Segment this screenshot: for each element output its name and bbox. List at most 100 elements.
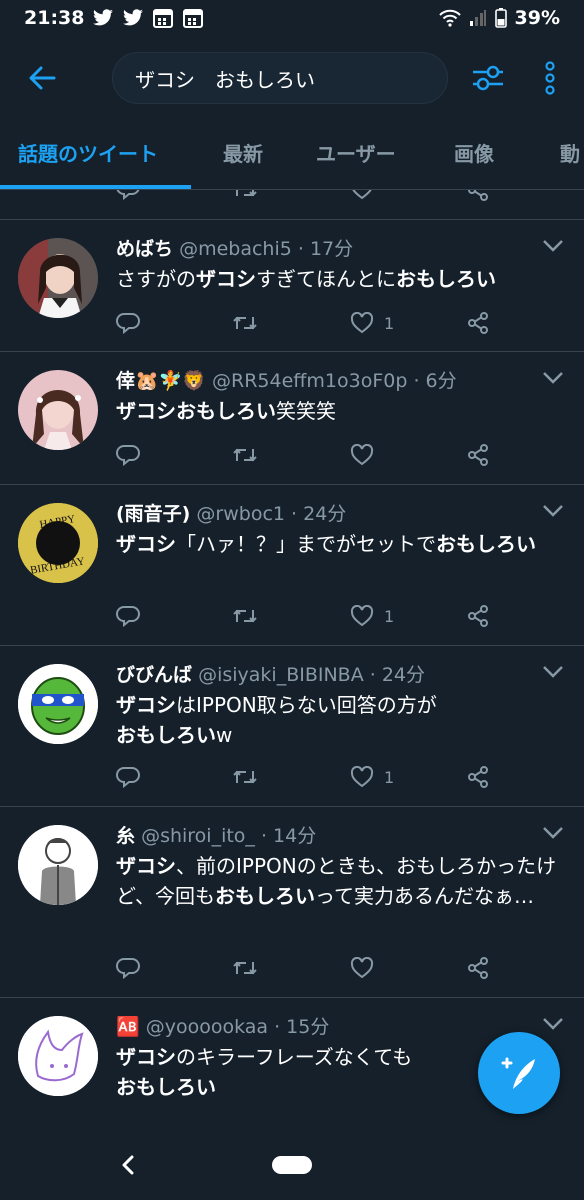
reply-button[interactable] [116, 308, 140, 338]
text-highlight: おもしろい [116, 723, 216, 747]
like-button[interactable] [350, 440, 384, 470]
partial-tweet-actions [0, 190, 584, 220]
share-button[interactable] [466, 953, 490, 983]
retweet-icon [233, 609, 257, 623]
battery-percent: 39% [514, 7, 560, 29]
system-navigation-bar [0, 1130, 584, 1200]
text-part: 笑笑笑 [276, 399, 336, 423]
more-vert-icon [545, 61, 555, 95]
avatar[interactable] [18, 664, 98, 744]
like-count: 1 [384, 313, 395, 333]
tweet-item[interactable]: 倖🐹🧚🦁 @RR54effm1o3oF0p · 6分 ザコシおもしろい笑笑笑 [0, 352, 584, 485]
tweet-actions [116, 440, 506, 470]
tweet-feed[interactable]: めばち @mebachi5 · 17分 さすがのザコシすぎてほんとにおもしろい … [0, 190, 584, 1130]
handle-time: @shiroi_ito_ · 14分 [141, 825, 317, 847]
avatar[interactable]: HAPPY BIRTHDAY [18, 503, 98, 583]
display-name[interactable]: (雨音子) [116, 503, 190, 525]
back-button[interactable] [24, 60, 60, 96]
tab-users[interactable]: ユーザー [316, 138, 396, 167]
like-icon[interactable] [350, 190, 374, 200]
nav-home-pill[interactable] [272, 1156, 312, 1174]
display-name[interactable]: 倖🐹🧚🦁 [116, 370, 206, 392]
tab-latest[interactable]: 最新 [223, 138, 263, 167]
twitter-notification-icon-2 [122, 9, 144, 27]
text-part: さすがの [116, 267, 196, 291]
retweet-button[interactable] [232, 308, 258, 338]
handle-time: @yoooookaa · 15分 [145, 1016, 330, 1038]
avatar[interactable] [18, 825, 98, 905]
chevron-down-icon[interactable] [542, 238, 564, 254]
avatar[interactable] [18, 370, 98, 450]
chevron-down-icon[interactable] [542, 370, 564, 386]
reply-button[interactable] [116, 440, 140, 470]
tweet-text: さすがのザコシすぎてほんとにおもしろい [116, 264, 566, 294]
display-name[interactable]: びびんば [116, 664, 192, 686]
text-highlight: おもしろい [396, 267, 496, 291]
tab-images[interactable]: 画像 [454, 138, 494, 167]
text-part: すぎてほんとに [256, 267, 396, 291]
display-name[interactable]: 🆎 [116, 1016, 140, 1038]
text-part: って実力あるんだなぁ… [315, 884, 534, 908]
tweet-item[interactable]: HAPPY BIRTHDAY (雨音子) @rwboc1 · 24分 ザコシ「ハァ… [0, 485, 584, 646]
retweet-button[interactable] [232, 762, 258, 792]
share-icon[interactable] [466, 190, 490, 202]
status-bar: 21:38 39% [0, 0, 584, 36]
chevron-down-icon[interactable] [542, 1016, 564, 1032]
app-bar: ザコシ おもしろい [0, 36, 584, 120]
like-button[interactable] [350, 953, 384, 983]
text-highlight: ザコシ [116, 1045, 176, 1069]
reply-button[interactable] [116, 762, 140, 792]
like-button[interactable]: 1 [350, 308, 394, 338]
retweet-icon [233, 961, 257, 975]
filter-button[interactable] [470, 60, 506, 96]
share-button[interactable] [466, 762, 490, 792]
display-name[interactable]: めばち [116, 238, 173, 260]
more-options-button[interactable] [540, 58, 560, 98]
display-name[interactable]: 糸 [116, 825, 135, 847]
tweet-item[interactable]: めばち @mebachi5 · 17分 さすがのザコシすぎてほんとにおもしろい … [0, 220, 584, 352]
tweet-item[interactable]: 糸 @shiroi_ito_ · 14分 ザコシ、前のIPPONのときも、おもし… [0, 807, 584, 998]
reply-icon [116, 445, 140, 466]
reply-button[interactable] [116, 953, 140, 983]
tab-videos[interactable]: 動 [560, 138, 580, 167]
share-button[interactable] [466, 308, 490, 338]
handle-time: @isiyaki_BIBINBA · 24分 [198, 664, 426, 686]
handle-time: @mebachi5 · 17分 [179, 238, 354, 260]
retweet-button[interactable] [232, 440, 258, 470]
chevron-down-icon[interactable] [542, 825, 564, 841]
avatar[interactable] [18, 1016, 98, 1096]
like-button[interactable]: 1 [350, 601, 394, 631]
chevron-down-icon[interactable] [542, 503, 564, 519]
retweet-button[interactable] [232, 953, 258, 983]
nav-back-icon[interactable] [118, 1152, 138, 1178]
text-part: 「ハァ！？」までがセットで [176, 532, 436, 556]
search-tabs: 話題のツイート 最新 ユーザー 画像 動 [0, 120, 584, 190]
reply-icon [116, 606, 140, 627]
reply-button[interactable] [116, 601, 140, 631]
back-arrow-icon [29, 66, 56, 90]
avatar[interactable] [18, 238, 98, 318]
compose-tweet-button[interactable] [478, 1032, 560, 1114]
retweet-icon[interactable] [232, 190, 258, 200]
retweet-icon [233, 448, 257, 462]
retweet-button[interactable] [232, 601, 258, 631]
like-button[interactable]: 1 [350, 762, 394, 792]
tweet-header: 🆎 @yoooookaa · 15分 [116, 1012, 536, 1039]
share-button[interactable] [466, 601, 490, 631]
tab-top-tweets[interactable]: 話題のツイート [18, 138, 158, 167]
tweet-header: 糸 @shiroi_ito_ · 14分 [116, 821, 536, 848]
calendar-notification-icon [152, 7, 174, 29]
search-input[interactable]: ザコシ おもしろい [112, 52, 448, 104]
retweet-icon [233, 770, 257, 784]
tweet-item[interactable]: びびんば @isiyaki_BIBINBA · 24分 ザコシはIPPON取らな… [0, 646, 584, 807]
chevron-down-icon[interactable] [542, 664, 564, 680]
like-icon [350, 766, 374, 788]
like-count: 1 [384, 606, 395, 626]
reply-icon[interactable] [116, 190, 140, 200]
share-button[interactable] [466, 440, 490, 470]
tweet-text: ザコシ、前のIPPONのときも、おもしろかったけど、今回もおもしろいって実力ある… [116, 851, 568, 911]
text-highlight: おもしろい [116, 1075, 216, 1099]
wifi-icon [438, 9, 461, 27]
share-icon [468, 957, 488, 979]
signal-icon [469, 9, 487, 27]
